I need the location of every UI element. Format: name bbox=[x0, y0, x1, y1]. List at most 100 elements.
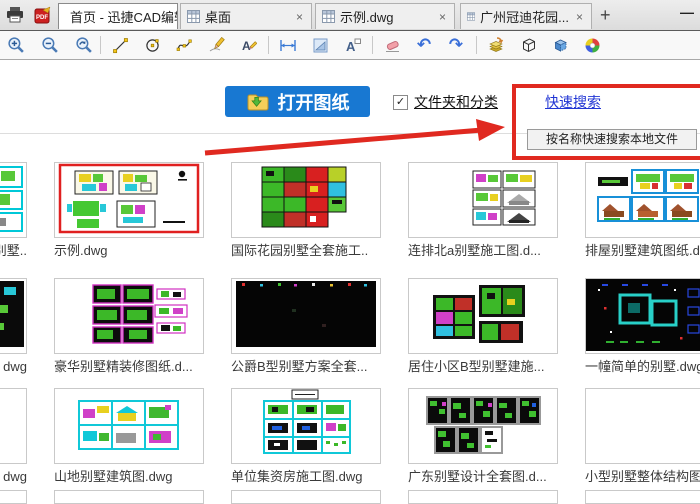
drawing-item[interactable] bbox=[54, 278, 204, 354]
drawing-item[interactable] bbox=[54, 490, 204, 504]
zoom-out-icon bbox=[42, 37, 58, 53]
text-edit-tool-button[interactable]: A bbox=[238, 35, 258, 55]
new-tab-button[interactable]: + bbox=[600, 4, 611, 26]
drawing-item[interactable] bbox=[408, 490, 558, 504]
line-tool-button[interactable] bbox=[110, 35, 130, 55]
tab-label: 首页 - 迅捷CAD编辑器 bbox=[70, 10, 177, 25]
color-wheel-button[interactable] bbox=[582, 35, 602, 55]
cube-wireframe-icon bbox=[522, 37, 535, 52]
text-icon: A bbox=[346, 38, 361, 54]
print-button[interactable] bbox=[4, 5, 26, 25]
zoom-previous-button[interactable] bbox=[74, 35, 94, 55]
minimize-button[interactable]: — bbox=[680, 4, 694, 20]
layers-button[interactable] bbox=[486, 35, 506, 55]
tab-guangzhou[interactable]: 广州冠迪花园... × bbox=[460, 3, 592, 29]
drawing-filename: 广东别墅设计全套图.d... bbox=[408, 469, 547, 484]
drawing-item[interactable] bbox=[585, 490, 700, 504]
eraser-icon bbox=[385, 40, 399, 52]
thumbnail-art bbox=[597, 169, 699, 222]
tab-desktop[interactable]: 桌面 × bbox=[180, 3, 312, 29]
drawing-filename: 国际花园别墅全套施工.. bbox=[231, 243, 369, 258]
spline-icon bbox=[176, 38, 192, 51]
tab-label: 示例.dwg bbox=[340, 10, 394, 25]
thumbnail-art bbox=[586, 279, 700, 351]
printer-icon bbox=[7, 7, 23, 23]
zoom-previous-icon bbox=[76, 37, 92, 53]
folder-category-option: ✓ 文件夹和分类 bbox=[393, 92, 498, 112]
drawing-item[interactable] bbox=[0, 278, 27, 354]
dimension-tool-button[interactable] bbox=[278, 35, 298, 55]
tab-close-icon[interactable]: × bbox=[294, 10, 305, 24]
drawing-filename: 小型别墅整体结构图纸.. bbox=[585, 469, 700, 484]
spline-tool-button[interactable] bbox=[174, 35, 194, 55]
drawing-item[interactable] bbox=[0, 490, 27, 504]
cube-3d-view-button[interactable] bbox=[550, 35, 570, 55]
tab-close-icon[interactable]: × bbox=[574, 10, 585, 24]
sketch-tool-button[interactable] bbox=[206, 35, 226, 55]
drawing-item-selected[interactable] bbox=[54, 162, 204, 238]
grid-document-icon bbox=[322, 10, 335, 23]
zoom-out-button[interactable] bbox=[40, 35, 60, 55]
drawing-filename: 排屋别墅建筑图纸.d... bbox=[585, 243, 700, 258]
zoom-in-button[interactable] bbox=[6, 35, 26, 55]
drawing-filename: dwg bbox=[3, 469, 27, 484]
drawing-item[interactable] bbox=[231, 388, 381, 464]
drawing-filename: 连排北a别墅施工图.d... bbox=[408, 243, 541, 258]
drawing-item[interactable] bbox=[0, 388, 27, 464]
tab-sample-dwg[interactable]: 示例.dwg × bbox=[315, 3, 455, 29]
text-tool-button[interactable]: A bbox=[342, 35, 362, 55]
open-drawing-button[interactable]: 打开图纸 bbox=[225, 86, 370, 117]
undo-icon: ↶ bbox=[416, 35, 432, 54]
open-drawing-label: 打开图纸 bbox=[277, 92, 350, 113]
drawing-item[interactable] bbox=[231, 162, 381, 238]
redo-button[interactable]: ↷ bbox=[446, 35, 466, 55]
drawing-item[interactable] bbox=[408, 388, 558, 464]
layers-icon bbox=[489, 36, 504, 52]
drawing-item[interactable] bbox=[585, 162, 700, 238]
color-wheel-icon bbox=[585, 38, 599, 52]
drawing-item[interactable] bbox=[408, 162, 558, 238]
cube-wireframe-button[interactable] bbox=[518, 35, 538, 55]
pdf-icon: PDF bbox=[34, 6, 51, 24]
redo-icon: ↷ bbox=[448, 35, 464, 54]
toolbar-separator bbox=[268, 36, 269, 54]
cube-3d-icon bbox=[554, 39, 567, 52]
dimension-icon bbox=[280, 39, 296, 51]
circle-tool-button[interactable] bbox=[142, 35, 162, 55]
drawing-item[interactable] bbox=[231, 490, 381, 504]
drawing-filename: 山地别墅建筑图.dwg bbox=[54, 469, 173, 484]
pdf-export-button[interactable]: PDF bbox=[32, 5, 54, 25]
thumbnail-art bbox=[92, 284, 188, 344]
drawing-filename: 示例.dwg bbox=[54, 243, 108, 258]
line-icon bbox=[112, 37, 128, 53]
pencil-icon bbox=[209, 36, 225, 51]
drawing-item[interactable] bbox=[54, 388, 204, 464]
thumbnail-art bbox=[78, 400, 179, 450]
folder-category-label[interactable]: 文件夹和分类 bbox=[414, 92, 498, 112]
thumbnail-art bbox=[433, 285, 525, 343]
toolbar-separator bbox=[476, 36, 477, 54]
drawing-item[interactable] bbox=[231, 278, 381, 354]
thumbnail-art bbox=[263, 389, 351, 454]
drawing-filename: 公爵B型别墅方案全套... bbox=[231, 359, 368, 374]
undo-button[interactable]: ↶ bbox=[414, 35, 434, 55]
open-folder-icon bbox=[247, 94, 268, 110]
drawing-filename: dwg bbox=[3, 359, 27, 374]
thumbnail-art bbox=[426, 396, 541, 454]
area-measure-tool-button[interactable] bbox=[310, 35, 330, 55]
grid-document-icon bbox=[467, 12, 476, 21]
thumbnail-art bbox=[0, 281, 24, 347]
thumbnail-art bbox=[472, 170, 536, 226]
tab-bar: PDF 首页 - 迅捷CAD编辑器 桌面 × 示例.dwg × bbox=[0, 0, 700, 31]
drawing-item[interactable] bbox=[585, 388, 700, 464]
tab-home[interactable]: 首页 - 迅捷CAD编辑器 bbox=[58, 3, 178, 29]
drawing-item[interactable] bbox=[585, 278, 700, 354]
zoom-in-icon bbox=[8, 37, 24, 53]
folder-category-checkbox[interactable]: ✓ bbox=[393, 94, 408, 110]
area-measure-icon bbox=[313, 38, 327, 52]
eraser-tool-button[interactable] bbox=[382, 35, 402, 55]
drawing-item[interactable] bbox=[0, 162, 27, 238]
annotation-highlight-box bbox=[512, 84, 700, 160]
tab-close-icon[interactable]: × bbox=[437, 10, 448, 24]
drawing-item[interactable] bbox=[408, 278, 558, 354]
